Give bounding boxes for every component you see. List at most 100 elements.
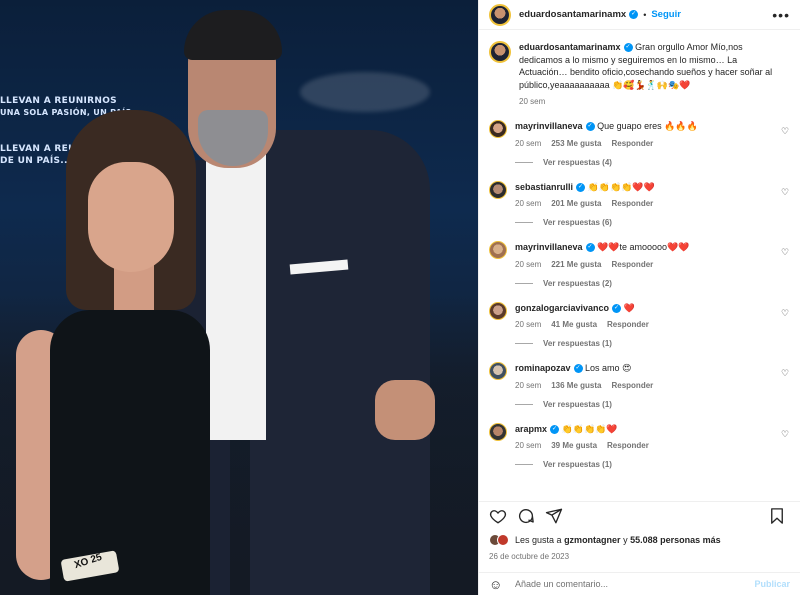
likes-count[interactable]: 55.088 personas más (630, 535, 721, 545)
follow-button[interactable]: Seguir (651, 9, 681, 20)
comment-username[interactable]: gonzalogarciavivanco (515, 303, 609, 313)
comment-text: 👏👏👏👏❤️ (561, 423, 618, 434)
like-comment-heart-icon[interactable]: ♡ (781, 429, 790, 439)
like-comment-heart-icon[interactable]: ♡ (781, 308, 790, 318)
comment-likes[interactable]: 136 Me gusta (551, 381, 601, 390)
post-comment-button[interactable]: Publicar (754, 579, 790, 589)
separator-dot: • (643, 9, 647, 20)
verified-badge-icon: ✓ (550, 424, 560, 434)
comment-username[interactable]: arapmx (515, 424, 547, 434)
comment-item: rominapozav ✓ Los amo 😍 20 sem 136 Me gust… (489, 362, 790, 409)
caption: eduardosantamarinamx ✓ Gran orgullo Amor … (489, 41, 790, 106)
reply-button[interactable]: Responder (607, 320, 649, 329)
comment-time[interactable]: 20 sem (515, 320, 541, 329)
comment-input[interactable] (515, 579, 755, 589)
reply-button[interactable]: Responder (611, 260, 653, 269)
comment-username[interactable]: mayrinvillaneva (515, 242, 583, 252)
commenter-avatar[interactable] (489, 241, 507, 259)
liker-avatar (497, 534, 509, 546)
replies-line (515, 343, 533, 344)
comment-time[interactable]: 20 sem (515, 381, 541, 390)
likes-prefix: Les gusta a (515, 535, 562, 545)
comment-username[interactable]: sebastianrulli (515, 182, 573, 192)
comment-item: sebastianrulli ✓ 👏👏👏👏❤️❤️ 20 sem 201 Me gu… (489, 180, 790, 227)
post-photo[interactable]: LLEVAN A REUNIRNOS UNA SOLA PASIÓN, UN P… (0, 0, 478, 595)
comment-item: gonzalogarciavivanco ✓ ❤️ 20 sem 41 Me gus… (489, 301, 790, 348)
like-comment-heart-icon[interactable]: ♡ (781, 247, 790, 257)
view-replies-button[interactable]: Ver respuestas (1) (515, 400, 776, 409)
verified-badge-icon: ✓ (612, 303, 622, 313)
verified-badge-icon: ✓ (585, 122, 595, 132)
view-replies-label: Ver respuestas (1) (543, 339, 612, 348)
view-replies-button[interactable]: Ver respuestas (4) (515, 158, 776, 167)
comment-item: mayrinvillaneva ✓ Que guapo eres 🔥🔥🔥 20 s… (489, 120, 790, 167)
like-comment-heart-icon[interactable]: ♡ (781, 187, 790, 197)
view-replies-label: Ver respuestas (1) (543, 460, 612, 469)
likes-summary: Les gusta a gzmontagner y 55.088 persona… (489, 534, 721, 546)
caption-username[interactable]: eduardosantamarinamx (519, 42, 621, 52)
replies-line (515, 464, 533, 465)
commenter-avatar[interactable] (489, 301, 507, 320)
like-comment-heart-icon[interactable]: ♡ (781, 126, 790, 136)
comment-text: Los amo 😍 (585, 363, 632, 373)
verified-badge-icon: ✓ (585, 243, 595, 253)
comment-item: arapmx ✓ 👏👏👏👏❤️ 20 sem 39 Me gusta Responde… (489, 422, 790, 469)
view-replies-label: Ver respuestas (6) (543, 218, 612, 227)
view-replies-button[interactable]: Ver respuestas (2) (515, 279, 776, 288)
comment-likes[interactable]: 253 Me gusta (551, 139, 601, 148)
post-side-panel: eduardosantamarinamx ✓ • Seguir ••• edua… (478, 0, 800, 595)
replies-line (515, 161, 533, 163)
share-send-icon[interactable] (545, 507, 567, 529)
like-comment-heart-icon[interactable]: ♡ (781, 368, 790, 378)
comment-bubble-icon[interactable] (517, 507, 539, 529)
comment-text: ❤️❤️te amooooo❤️❤️ (597, 242, 690, 252)
comment-likes[interactable]: 201 Me gusta (551, 199, 601, 208)
comment-time[interactable]: 20 sem (515, 260, 541, 269)
author-avatar[interactable] (489, 3, 511, 26)
comment-username[interactable]: mayrinvillaneva (515, 121, 583, 131)
view-replies-button[interactable]: Ver respuestas (1) (515, 339, 776, 348)
comment-time[interactable]: 20 sem (515, 199, 541, 208)
reply-button[interactable]: Responder (611, 381, 653, 390)
view-replies-label: Ver respuestas (1) (543, 399, 612, 409)
comment-likes[interactable]: 39 Me gusta (551, 441, 597, 450)
comments-list[interactable]: eduardosantamarinamx ✓ Gran orgullo Amor … (479, 31, 800, 501)
liker-username[interactable]: gzmontagner (564, 535, 621, 545)
save-bookmark-icon[interactable] (768, 507, 790, 529)
emoji-picker-icon[interactable]: ☺ (489, 577, 507, 592)
verified-badge-icon: ✓ (629, 10, 639, 19)
replies-line (515, 403, 533, 405)
more-options-icon[interactable]: ••• (772, 7, 790, 23)
view-replies-button[interactable]: Ver respuestas (6) (515, 218, 776, 227)
comment-time[interactable]: 20 sem (515, 441, 541, 450)
caption-time[interactable]: 20 sem (519, 97, 545, 106)
woman-figure: XO 25 (16, 110, 216, 595)
reply-button[interactable]: Responder (611, 199, 653, 208)
comment-text: ❤️ (623, 302, 635, 313)
comment-text: Que guapo eres 🔥🔥🔥 (597, 121, 698, 131)
like-heart-icon[interactable] (489, 507, 511, 529)
comment-username[interactable]: rominapozav (515, 363, 571, 373)
verified-badge-icon: ✓ (576, 182, 586, 192)
verified-badge-icon: ✓ (623, 43, 633, 53)
replies-line (515, 282, 533, 284)
verified-badge-icon: ✓ (573, 364, 583, 374)
add-comment-bar: ☺ Publicar (479, 572, 800, 595)
reply-button[interactable]: Responder (607, 441, 649, 450)
comment-likes[interactable]: 41 Me gusta (551, 320, 597, 329)
commenter-avatar[interactable] (489, 362, 507, 380)
commenter-avatar[interactable] (489, 422, 507, 441)
commenter-avatar[interactable] (489, 180, 507, 199)
commenter-avatar[interactable] (489, 120, 507, 138)
author-username[interactable]: eduardosantamarinamx (519, 9, 626, 20)
reply-button[interactable]: Responder (611, 139, 653, 148)
comment-item: mayrinvillaneva ✓ ❤️❤️te amooooo❤️❤️ 20 s… (489, 241, 790, 288)
author-avatar[interactable] (489, 41, 511, 63)
comment-time[interactable]: 20 sem (515, 139, 541, 148)
post-date[interactable]: 26 de octubre de 2023 (489, 552, 569, 561)
post-header: eduardosantamarinamx ✓ • Seguir ••• (479, 0, 800, 30)
view-replies-label: Ver respuestas (4) (543, 157, 612, 167)
comment-likes[interactable]: 221 Me gusta (551, 260, 601, 269)
view-replies-button[interactable]: Ver respuestas (1) (515, 460, 776, 469)
likes-connector: y (623, 535, 628, 545)
